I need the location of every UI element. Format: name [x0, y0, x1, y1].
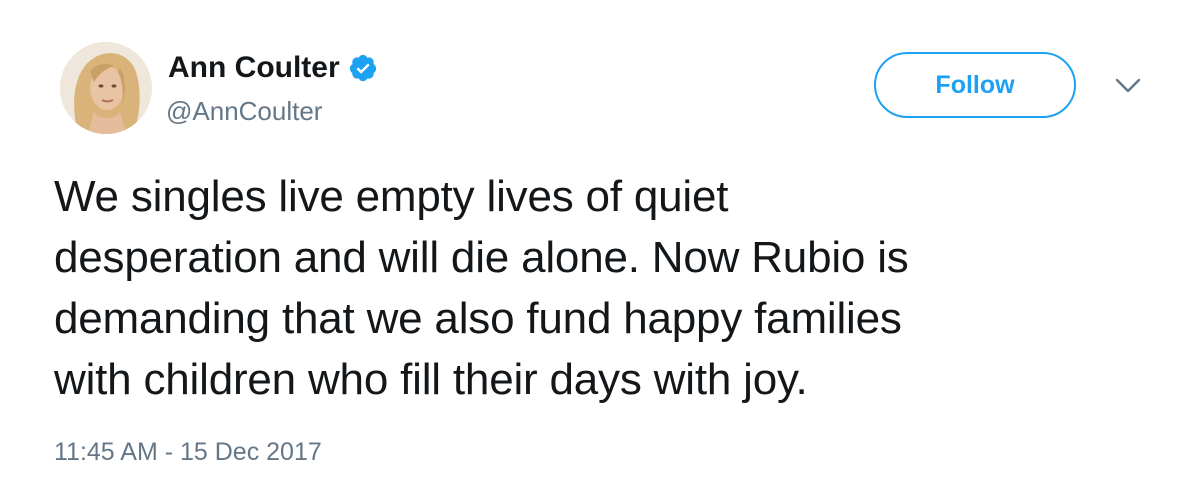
tweet-card: Ann Coulter @AnnCoulter Follow We single… [0, 0, 1200, 494]
follow-button[interactable]: Follow [874, 52, 1076, 118]
tweet-text-line: demanding that we also fund happy famili… [54, 294, 902, 343]
tweet-text-line: with children who fill their days with j… [54, 355, 808, 404]
avatar-image [60, 42, 152, 134]
author-name-row: Ann Coulter [168, 50, 378, 86]
chevron-down-icon[interactable] [1114, 76, 1142, 96]
avatar[interactable] [60, 42, 152, 134]
verified-badge-icon [348, 53, 378, 83]
tweet-timestamp[interactable]: 11:45 AM - 15 Dec 2017 [54, 438, 322, 467]
author-handle[interactable]: @AnnCoulter [166, 96, 322, 127]
tweet-text-line: We singles live empty lives of quiet [54, 172, 729, 221]
tweet-text-line: desperation and will die alone. Now Rubi… [54, 233, 909, 282]
author-display-name[interactable]: Ann Coulter [168, 51, 340, 85]
tweet-text: We singles live empty lives of quiet des… [54, 166, 1164, 410]
